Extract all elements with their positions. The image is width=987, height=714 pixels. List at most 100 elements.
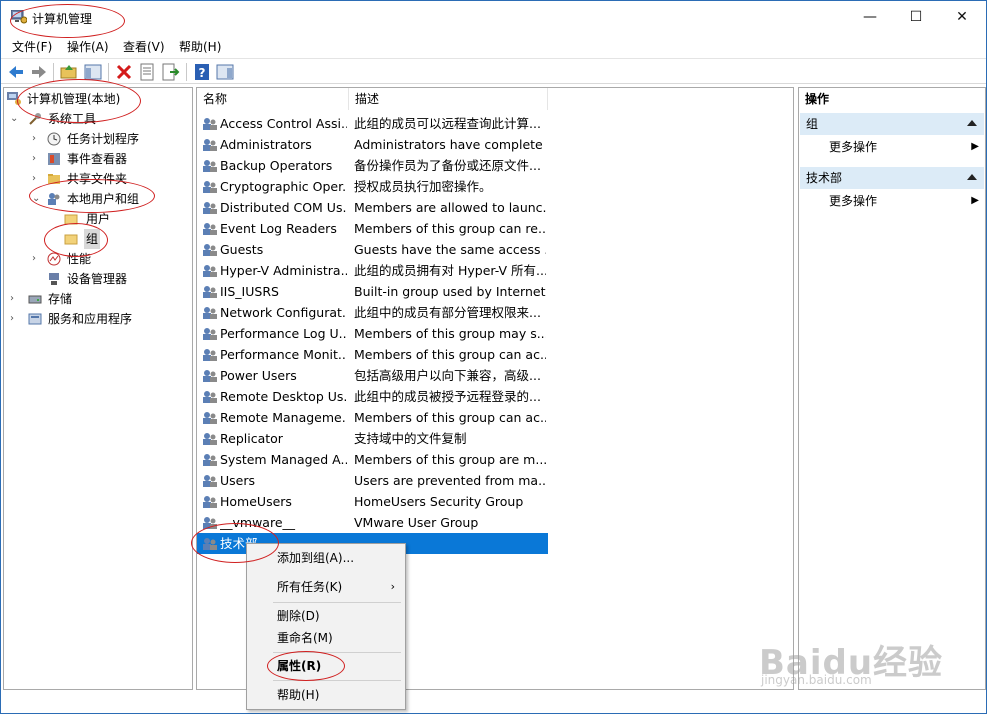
group-icon [202,285,218,299]
close-button[interactable]: ✕ [939,1,985,33]
show-tree-icon[interactable] [83,62,103,82]
maximize-button[interactable]: ☐ [893,1,939,33]
tree-label: 设备管理器 [67,272,128,286]
group-row[interactable]: Guests Guests have the same access ... [197,239,548,260]
menu-all-tasks[interactable]: 所有任务(K) › [247,576,405,598]
group-row[interactable]: Hyper-V Administra... 此组的成员拥有对 Hyper-V 所有… [197,260,548,281]
group-name: Remote Manageme... [220,410,347,425]
watermark: Baidu经验 jingyan.baidu.com [759,635,943,687]
back-icon[interactable] [6,62,26,82]
svg-text:?: ? [199,66,206,80]
performance-icon [47,252,61,266]
group-description: Members of this group can ac... [354,347,546,362]
tree-label: 用户 [86,212,111,226]
delete-icon[interactable] [114,62,134,82]
window-title: 计算机管理 [32,12,93,26]
group-row[interactable]: Users Users are prevented from ma... [197,470,548,491]
group-row[interactable]: System Managed A... Members of this group… [197,449,548,470]
group-row[interactable]: Replicator 支持域中的文件复制 [197,428,548,449]
chevron-right-icon[interactable]: › [32,129,42,149]
group-name: Replicator [220,431,283,446]
chevron-down-icon[interactable]: ⌄ [10,109,20,129]
menu-delete[interactable]: 删除(D) [247,605,405,627]
menu-help[interactable]: 帮助(H) [247,684,405,706]
actions-section-selected-group[interactable]: 技术部 [800,167,984,189]
group-description: Built-in group used by Internet... [354,284,546,299]
tree-label: 共享文件夹 [67,172,128,186]
group-row[interactable]: Network Configurat... 此组中的成员有部分管理权限来... [197,302,548,323]
help-icon[interactable]: ? [192,62,212,82]
group-row[interactable]: Performance Log U... Members of this grou… [197,323,548,344]
group-icon [202,474,218,488]
toolbar-separator [186,63,187,81]
group-row[interactable]: Backup Operators 备份操作员为了备份或还原文件... [197,155,548,176]
group-description: 包括高级用户以向下兼容，高级... [354,368,541,383]
group-row[interactable]: Administrators Administrators have comple… [197,134,548,155]
group-name: Event Log Readers [220,221,337,236]
tree-label: 事件查看器 [67,152,128,166]
forward-icon[interactable] [29,62,49,82]
more-actions-label: 更多操作 [829,140,878,154]
group-row[interactable]: Remote Desktop Us... 此组中的成员被授予远程登录的... [197,386,548,407]
menu-rename[interactable]: 重命名(M) [247,627,405,649]
group-icon [202,138,218,152]
group-row[interactable]: Cryptographic Oper... 授权成员执行加密操作。 [197,176,548,197]
group-icon [202,327,218,341]
chevron-right-icon: › [390,580,395,593]
group-row[interactable]: HomeUsers HomeUsers Security Group [197,491,548,512]
group-name: Backup Operators [220,158,333,173]
menu-view[interactable]: 查看(V) [123,38,165,55]
context-menu: 添加到组(A)... 所有任务(K) › 删除(D) 重命名(M) 属性(R) … [246,543,406,710]
collapse-icon[interactable] [967,120,977,126]
tree-label: 存储 [48,292,73,306]
group-description: 此组的成员可以远程查询此计算... [354,116,541,131]
section-label: 组 [806,117,819,131]
chevron-right-icon[interactable]: › [10,309,20,329]
group-row[interactable]: Remote Manageme... Members of this group … [197,407,548,428]
chevron-right-icon[interactable]: › [32,149,42,169]
toolbar-separator [53,63,54,81]
group-icon [202,495,218,509]
menu-all-tasks-label: 所有任务(K) [277,580,343,594]
action-pane-icon[interactable] [215,62,235,82]
submenu-arrow-icon: ▶ [971,195,979,206]
users-icon [48,193,60,205]
title-bar: 计算机管理 — ☐ ✕ [1,1,986,35]
menu-help[interactable]: 帮助(H) [179,38,221,55]
group-row[interactable]: Event Log Readers Members of this group c… [197,218,548,239]
chevron-right-icon[interactable]: › [32,169,42,189]
group-icon [202,537,218,551]
menu-file[interactable]: 文件(F) [12,38,52,55]
group-row[interactable]: Power Users 包括高级用户以向下兼容，高级... [197,365,548,386]
menu-add-to-group[interactable]: 添加到组(A)... [247,547,405,569]
chevron-right-icon[interactable]: › [32,249,42,269]
group-row[interactable]: Access Control Assi... 此组的成员可以远程查询此计算... [197,113,548,134]
more-actions-selected[interactable]: 更多操作 ▶ [829,191,979,211]
group-name: __vmware__ [220,515,296,530]
group-row[interactable]: Distributed COM Us... Members are allowed… [197,197,548,218]
minimize-button[interactable]: — [847,1,893,33]
more-actions-groups[interactable]: 更多操作 ▶ [829,137,979,157]
column-header-name[interactable]: 名称 [197,88,349,110]
collapse-icon[interactable] [967,174,977,180]
menu-properties[interactable]: 属性(R) [247,655,405,677]
up-folder-icon[interactable] [59,62,79,82]
menu-action[interactable]: 操作(A) [67,38,109,55]
group-row[interactable]: Performance Monit... Members of this grou… [197,344,548,365]
group-icon [202,180,218,194]
menu-separator [273,652,401,653]
clock-icon [47,132,61,146]
tree-label: 性能 [67,252,92,266]
column-header-description[interactable]: 描述 [349,88,548,110]
actions-section-groups[interactable]: 组 [800,113,984,135]
chevron-right-icon[interactable]: › [10,289,20,309]
chevron-down-icon[interactable]: ⌄ [32,189,42,209]
group-row[interactable]: __vmware__ VMware User Group [197,512,548,533]
properties-icon[interactable] [137,62,157,82]
group-icon [202,264,218,278]
group-row[interactable]: IIS_IUSRS Built-in group used by Internet… [197,281,548,302]
group-description: 备份操作员为了备份或还原文件... [354,158,541,173]
export-icon[interactable] [160,62,180,82]
tools-icon [29,113,41,125]
device-manager-icon [49,273,59,285]
